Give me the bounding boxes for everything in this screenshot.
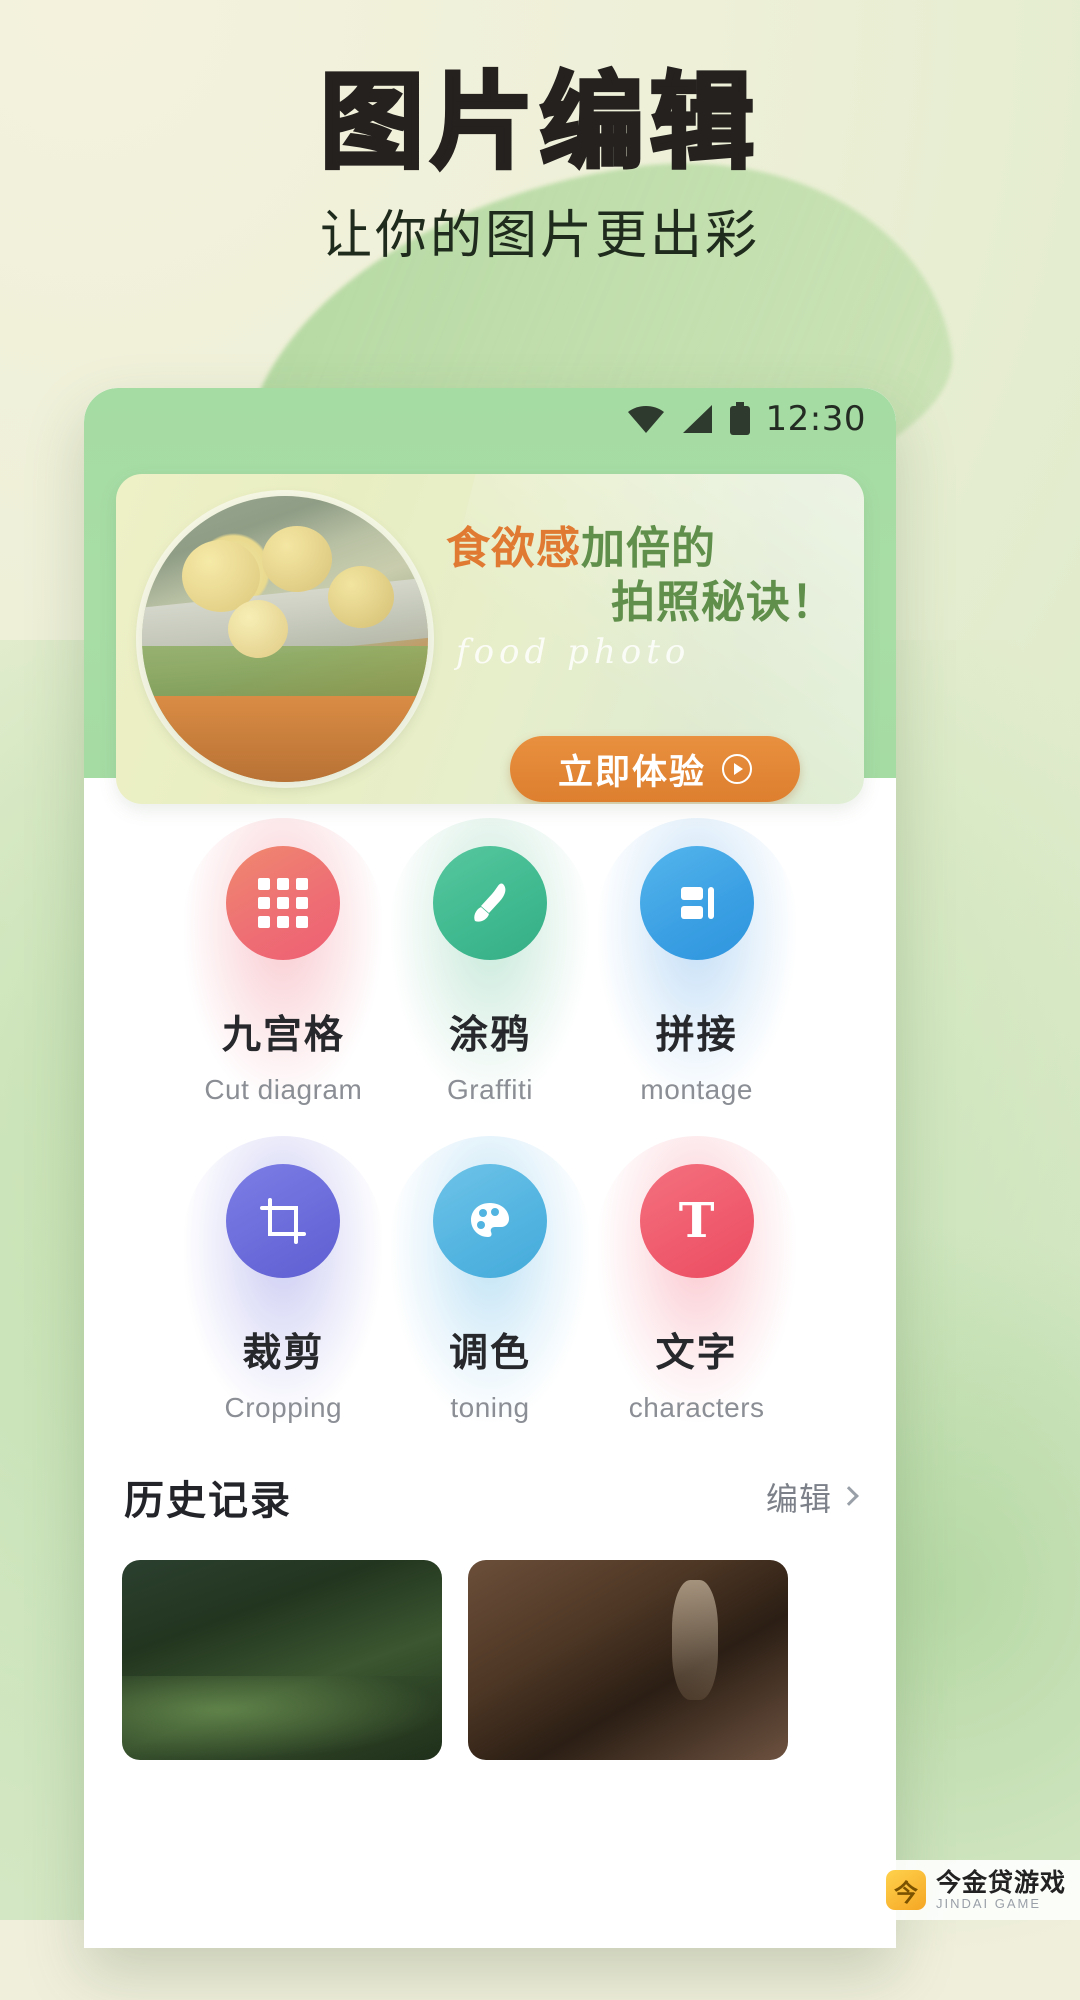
feature-label-en: characters (628, 1392, 765, 1423)
watermark-subtitle: JINDAI GAME (935, 1895, 1042, 1911)
feature-item-montage[interactable]: 拼接 montage (593, 818, 800, 1132)
watermark-logo-icon: 今 (885, 1870, 926, 1911)
promo-banner[interactable]: 食欲感加倍的 拍照秘诀！ food photo 立即体验 (116, 474, 864, 804)
crop-icon (226, 1164, 341, 1278)
grid-nine-icon (226, 846, 341, 960)
watermark-title: 今金贷游戏 (935, 1868, 1066, 1898)
play-arrow-icon (722, 754, 752, 784)
battery-icon (729, 402, 750, 435)
signal-icon (682, 405, 712, 433)
history-thumbnail-2[interactable] (468, 1560, 788, 1760)
history-edit-label: 编辑 (765, 1480, 832, 1518)
banner-script-text: food photo (456, 632, 691, 672)
feature-grid: 九宫格 Cut diagram 涂鸦 Graffiti 拼接 montage 裁… (84, 792, 896, 1450)
feature-item-toning[interactable]: 调色 toning (387, 1136, 594, 1450)
feature-label-cn: 文字 (655, 1331, 738, 1376)
page-title: 图片编辑 (318, 61, 760, 183)
watermark-texts: 今金贷游戏 JINDAI GAME (936, 1869, 1066, 1911)
feature-label-cn: 拼接 (655, 1013, 738, 1058)
feature-item-characters[interactable]: T 文字 characters (593, 1136, 800, 1450)
banner-headline-line2: 拍照秘诀！ (611, 576, 836, 628)
wifi-icon (627, 406, 664, 433)
banner-headline-line1: 食欲感加倍的 (446, 522, 846, 576)
history-section: 历史记录 编辑 (84, 1468, 896, 1760)
chevron-right-icon (839, 1486, 859, 1506)
feature-item-graffiti[interactable]: 涂鸦 Graffiti (387, 818, 594, 1132)
text-t-icon: T (639, 1164, 754, 1278)
palette-icon (432, 1164, 547, 1278)
banner-food-photo (142, 496, 428, 782)
photo-potato-2 (262, 526, 332, 592)
banner-headline-highlight: 食欲感 (446, 523, 581, 574)
history-edit-link[interactable]: 编辑 (765, 1474, 859, 1520)
history-header: 历史记录 编辑 (120, 1468, 860, 1526)
history-thumbnail-list (120, 1560, 860, 1760)
phone-mockup: 12:30 食欲感加倍的 拍照秘诀！ food photo 立即体验 九宫格 C… (84, 388, 896, 1948)
feature-label-en: Cropping (224, 1392, 343, 1423)
feature-label-cn: 裁剪 (242, 1331, 325, 1376)
feature-label-cn: 涂鸦 (448, 1013, 531, 1058)
feature-label-en: toning (450, 1392, 530, 1423)
hero-header: 图片编辑 让你的图片更出彩 (0, 61, 1080, 266)
history-title: 历史记录 (124, 1478, 292, 1524)
feature-item-cropping[interactable]: 裁剪 Cropping (180, 1136, 387, 1450)
montage-icon (639, 846, 754, 960)
banner-text-block: 食欲感加倍的 拍照秘诀！ food photo (446, 522, 846, 672)
feature-label-en: Graffiti (447, 1074, 533, 1105)
history-thumbnail-1[interactable] (122, 1560, 442, 1760)
photo-potato-4 (228, 600, 288, 658)
feature-item-cut-diagram[interactable]: 九宫格 Cut diagram (180, 818, 387, 1132)
feature-label-en: montage (640, 1074, 753, 1105)
feature-label-cn: 九宫格 (221, 1013, 345, 1058)
banner-headline-rest: 加倍的 (581, 523, 716, 574)
page-subtitle: 让你的图片更出彩 (319, 206, 760, 266)
feature-label-cn: 调色 (448, 1331, 531, 1376)
photo-toast (142, 696, 428, 782)
feature-label-en: Cut diagram (204, 1074, 363, 1105)
banner-cta-label: 立即体验 (557, 752, 706, 793)
status-bar: 12:30 (84, 388, 896, 450)
photo-potato-3 (328, 566, 394, 628)
brush-icon (432, 846, 547, 960)
site-watermark: 今 今金贷游戏 JINDAI GAME (873, 1860, 1080, 1920)
status-bar-time: 12:30 (765, 399, 866, 439)
